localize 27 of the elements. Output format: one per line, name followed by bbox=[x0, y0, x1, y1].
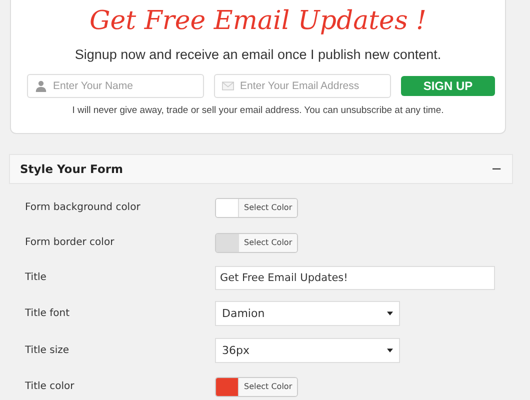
email-field[interactable]: Enter Your Email Address bbox=[214, 74, 391, 98]
setting-label: Form background color bbox=[25, 202, 142, 213]
person-icon bbox=[35, 80, 47, 92]
select-color-button[interactable]: Select Color bbox=[238, 198, 298, 216]
setting-label: Title size bbox=[25, 345, 70, 356]
setting-label: Form border color bbox=[25, 237, 116, 248]
color-swatch[interactable] bbox=[216, 198, 238, 216]
collapse-toggle[interactable]: − bbox=[491, 162, 502, 176]
caret-icon bbox=[387, 348, 393, 353]
privacy-note: I will never give away, trade or sell your email address. You can unsubscribe at any time. bbox=[71, 105, 445, 116]
color-swatch[interactable] bbox=[216, 378, 238, 396]
select-color-button[interactable]: Select Color bbox=[238, 378, 298, 396]
envelope-icon bbox=[222, 80, 234, 92]
setting-label: Title font bbox=[25, 308, 71, 319]
signup-subtitle: Signup now and receive an email once I publish new content. bbox=[74, 47, 442, 62]
panel-title: Style Your Form bbox=[20, 162, 124, 176]
setting-label: Title bbox=[25, 272, 48, 283]
select-color-button[interactable]: Select Color bbox=[238, 234, 298, 252]
color-swatch[interactable] bbox=[216, 234, 238, 252]
dropdown[interactable]: Damion bbox=[215, 301, 400, 326]
panel-header[interactable]: Style Your Form − bbox=[9, 154, 513, 184]
signup-title: Get Free Email Updates ! bbox=[88, 5, 428, 38]
name-field[interactable]: Enter Your Name bbox=[27, 74, 204, 98]
dropdown[interactable]: 36px bbox=[215, 338, 400, 363]
setting-label: Title color bbox=[25, 381, 76, 392]
title-input[interactable]: Get Free Email Updates! bbox=[215, 266, 495, 290]
caret-icon bbox=[387, 311, 393, 316]
